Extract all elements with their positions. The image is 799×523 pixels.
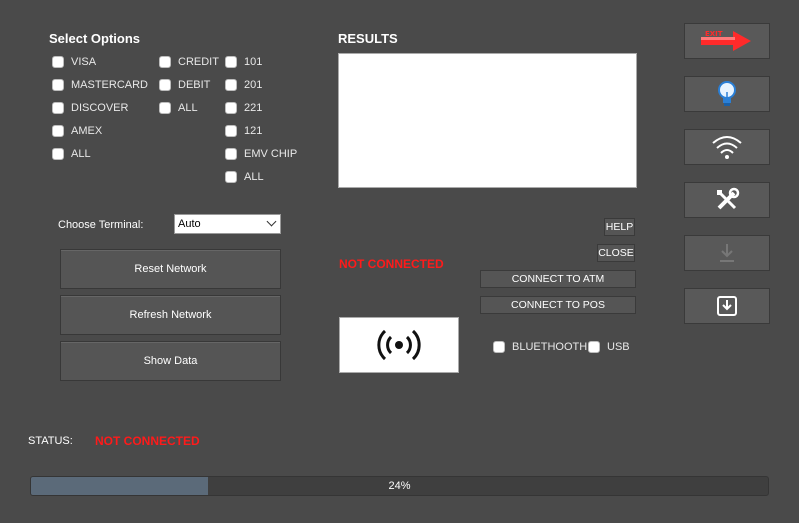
checkbox-221[interactable]: 221 — [225, 100, 262, 116]
checkbox-label: AMEX — [71, 125, 103, 137]
checkbox-201[interactable]: 201 — [225, 77, 262, 93]
checkbox-all-codes[interactable]: ALL — [225, 169, 264, 185]
checkbox-box[interactable] — [225, 171, 237, 183]
choose-terminal-label: Choose Terminal: — [58, 219, 144, 231]
close-button[interactable]: CLOSE — [597, 244, 635, 262]
checkbox-label: DEBIT — [178, 79, 211, 91]
checkbox-mastercard[interactable]: MASTERCARD — [52, 77, 148, 93]
checkbox-label: VISA — [71, 56, 97, 68]
download-button[interactable] — [684, 235, 770, 271]
chevron-down-icon[interactable] — [266, 216, 277, 227]
download-icon — [720, 244, 734, 262]
checkbox-usb[interactable]: USB — [588, 339, 630, 355]
checkbox-all-cards[interactable]: ALL — [52, 146, 91, 162]
show-data-button[interactable]: Show Data — [60, 341, 281, 381]
wifi-button[interactable] — [684, 129, 770, 165]
checkbox-emv-chip[interactable]: EMV CHIP — [225, 146, 297, 162]
progress-label: 24% — [388, 480, 411, 492]
checkbox-label: 221 — [244, 102, 263, 114]
checkbox-box[interactable] — [493, 341, 505, 353]
connect-to-atm-button[interactable]: CONNECT TO ATM — [480, 270, 636, 288]
checkbox-101[interactable]: 101 — [225, 54, 262, 70]
checkbox-debit[interactable]: DEBIT — [159, 77, 210, 93]
results-panel[interactable] — [338, 53, 637, 188]
checkbox-label: ALL — [178, 102, 198, 114]
checkbox-amex[interactable]: AMEX — [52, 123, 102, 139]
checkbox-label: 201 — [244, 79, 263, 91]
checkbox-label: EMV CHIP — [244, 148, 298, 160]
checkbox-box[interactable] — [52, 56, 64, 68]
checkbox-label: DISCOVER — [71, 102, 129, 114]
connection-message: NOT CONNECTED — [339, 257, 444, 271]
checkbox-box[interactable] — [225, 125, 237, 137]
checkbox-box[interactable] — [225, 56, 237, 68]
checkbox-box[interactable] — [225, 102, 237, 114]
import-icon — [717, 296, 737, 316]
checkbox-visa[interactable]: VISA — [52, 54, 96, 70]
checkbox-label: ALL — [71, 148, 91, 160]
checkbox-label: 121 — [244, 125, 263, 137]
refresh-network-button[interactable]: Refresh Network — [60, 295, 281, 335]
import-button[interactable] — [684, 288, 770, 324]
checkbox-label: CREDIT — [178, 56, 219, 68]
connect-to-pos-button[interactable]: CONNECT TO POS — [480, 296, 636, 314]
checkbox-credit[interactable]: CREDIT — [159, 54, 219, 70]
checkbox-label: MASTERCARD — [71, 79, 149, 91]
status-label: STATUS: — [28, 435, 73, 447]
tools-icon — [717, 187, 740, 210]
exit-icon: EXIT — [701, 30, 751, 51]
checkbox-box[interactable] — [588, 341, 600, 353]
checkbox-box[interactable] — [225, 148, 237, 160]
settings-button[interactable] — [684, 182, 770, 218]
checkbox-box[interactable] — [52, 102, 64, 114]
progress-bar: 24% — [30, 476, 769, 496]
checkbox-label: BLUETHOOTH — [512, 341, 588, 353]
checkbox-label: USB — [607, 341, 630, 353]
checkbox-box[interactable] — [159, 56, 171, 68]
checkbox-label: ALL — [244, 171, 264, 183]
lightbulb-icon — [718, 81, 736, 106]
broadcast-button[interactable] — [339, 317, 459, 373]
checkbox-121[interactable]: 121 — [225, 123, 262, 139]
checkbox-box[interactable] — [159, 102, 171, 114]
checkbox-box[interactable] — [52, 79, 64, 91]
tips-button[interactable] — [684, 76, 770, 112]
wifi-icon — [712, 136, 742, 159]
help-button[interactable]: HELP — [604, 218, 635, 236]
broadcast-icon — [377, 329, 421, 361]
checkbox-box[interactable] — [52, 125, 64, 137]
results-heading: RESULTS — [338, 31, 398, 46]
status-value: NOT CONNECTED — [95, 434, 200, 448]
checkbox-box[interactable] — [225, 79, 237, 91]
checkbox-label: 101 — [244, 56, 263, 68]
terminal-select-value: Auto — [178, 218, 201, 230]
checkbox-box[interactable] — [159, 79, 171, 91]
reset-network-button[interactable]: Reset Network — [60, 249, 281, 289]
checkbox-bluetooth[interactable]: BLUETHOOTH — [493, 339, 587, 355]
checkbox-discover[interactable]: DISCOVER — [52, 100, 128, 116]
exit-button[interactable]: EXIT — [684, 23, 770, 59]
checkbox-all-types[interactable]: ALL — [159, 100, 198, 116]
exit-icon-text: EXIT — [705, 30, 723, 38]
terminal-select[interactable]: Auto — [174, 214, 281, 234]
select-options-heading: Select Options — [49, 31, 141, 46]
checkbox-box[interactable] — [52, 148, 64, 160]
